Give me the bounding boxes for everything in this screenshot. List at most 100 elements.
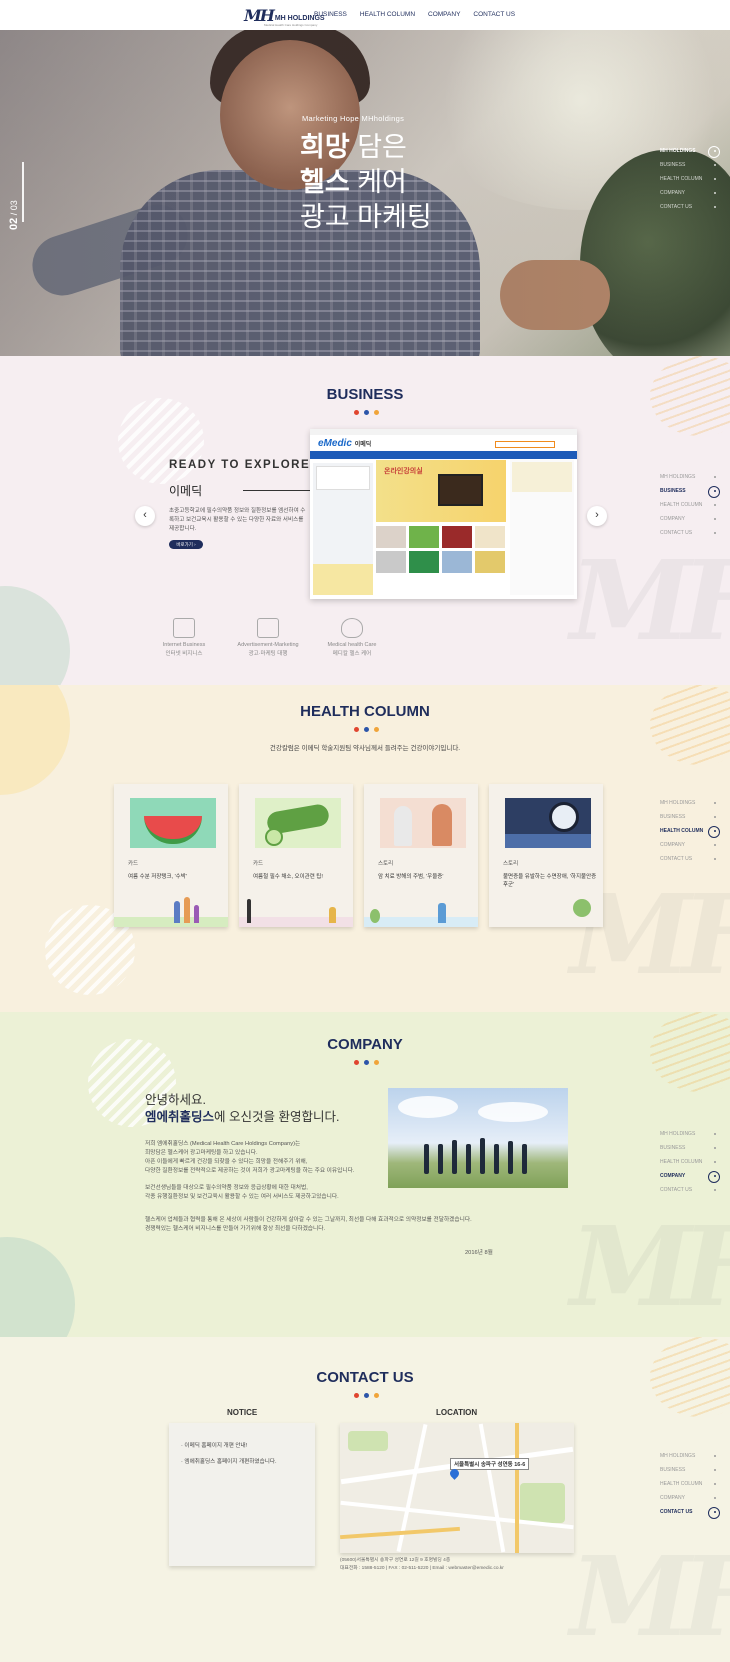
- address-line: (05600)서울특별시 송파구 성연로 12길 9 호명빌딩 4층: [340, 1558, 451, 1563]
- side-nav-company[interactable]: COMPANY: [660, 1491, 720, 1505]
- side-nav-mh-holdings[interactable]: MH HOLDINGS: [660, 796, 720, 810]
- cucumber-image: [255, 798, 341, 848]
- health-card[interactable]: 카드 여름 수분 저장탱크, '수박': [114, 784, 228, 927]
- side-nav-company[interactable]: COMPANY: [660, 1169, 720, 1183]
- notice-heading: NOTICE: [227, 1408, 258, 1417]
- health-column-intro: 건강칼럼은 이메딕 학술지원팀 약사님께서 들려주는 건강이야기입니다.: [269, 745, 461, 752]
- counseling-image: [380, 798, 466, 848]
- card-tag: 스토리: [503, 861, 519, 867]
- shot-banner-tv: [438, 474, 483, 506]
- category-en: Internet Business: [162, 642, 206, 648]
- category-ko: 인터넷 비지니스: [165, 651, 203, 657]
- emedic-site-screenshot[interactable]: eMedic 이메딕 온라인강의실: [310, 429, 577, 599]
- side-nav-contact-us[interactable]: CONTACT US: [660, 200, 720, 214]
- shot-thumb: [442, 526, 472, 548]
- business-go-button[interactable]: 바로가기 ›: [169, 540, 203, 549]
- side-nav-business: MH HOLDINGS BUSINESS HEALTH COLUMN COMPA…: [660, 470, 720, 540]
- notice-item[interactable]: · 이메딕 홈페이지 개편 안내!: [181, 1441, 303, 1449]
- side-nav-contact-us[interactable]: CONTACT US: [660, 1183, 720, 1197]
- side-nav-health-column[interactable]: HEALTH COLUMN: [660, 172, 720, 186]
- card-illustration: [489, 893, 603, 927]
- hero-line2-rest: 케어: [349, 167, 407, 197]
- deco-circle: [0, 1237, 75, 1337]
- company-section: MH COMPANY 안녕하세요. 엠에취홀딩스에 오신것을 환영합니다. 저희…: [0, 1012, 730, 1337]
- shot-ad-box: [512, 462, 572, 492]
- watermelon-slice: [144, 816, 202, 844]
- notice-item[interactable]: · 엠에취홀딩스 홈페이지 개편하였습니다.: [181, 1457, 303, 1465]
- watermark-mh: MH: [570, 1202, 730, 1331]
- hero-line1-bold: 희망: [300, 132, 350, 162]
- side-nav-health: MH HOLDINGS BUSINESS HEALTH COLUMN COMPA…: [660, 796, 720, 866]
- nav-health-column[interactable]: HEALTH COLUMN: [360, 11, 415, 18]
- card-tag: 스토리: [378, 861, 394, 867]
- card-illustration: [364, 893, 478, 927]
- side-nav-business[interactable]: BUSINESS: [660, 1463, 720, 1477]
- side-nav-company: MH HOLDINGS BUSINESS HEALTH COLUMN COMPA…: [660, 1127, 720, 1197]
- side-nav-contact-us[interactable]: CONTACT US: [660, 1505, 720, 1519]
- nav-company[interactable]: COMPANY: [428, 11, 460, 18]
- company-title: COMPANY: [327, 1036, 403, 1053]
- figure: [174, 901, 180, 923]
- side-nav-mh-holdings[interactable]: MH HOLDINGS: [660, 144, 720, 158]
- person: [494, 1144, 499, 1174]
- side-nav-mh-holdings[interactable]: MH HOLDINGS: [660, 1127, 720, 1141]
- company-address: (05600)서울특별시 송파구 성연로 12길 9 호명빌딩 4층 대표전화 …: [340, 1557, 504, 1572]
- side-nav-health-column[interactable]: HEALTH COLUMN: [660, 498, 720, 512]
- emedic-logo-text: eMedic: [318, 438, 352, 449]
- side-nav-business[interactable]: BUSINESS: [660, 158, 720, 172]
- category-advertisement[interactable]: Advertisement-Marketing 광고·마케팅 대행: [234, 618, 302, 657]
- hero-line2-bold: 헬스: [300, 167, 350, 197]
- card-title: 불면증을 유발하는 수면장애, '하지불안증후군': [503, 874, 597, 888]
- shot-thumb: [475, 551, 505, 573]
- side-nav-business[interactable]: BUSINESS: [660, 810, 720, 824]
- side-nav-health-column[interactable]: HEALTH COLUMN: [660, 1477, 720, 1491]
- category-internet-business[interactable]: Internet Business 인터넷 비지니스: [150, 618, 218, 657]
- slider-prev-button[interactable]: ‹: [135, 506, 155, 526]
- nav-business[interactable]: BUSINESS: [314, 11, 347, 18]
- side-nav-company[interactable]: COMPANY: [660, 186, 720, 200]
- side-nav-company[interactable]: COMPANY: [660, 838, 720, 852]
- slider-next-button[interactable]: ›: [587, 506, 607, 526]
- shot-thumb: [376, 526, 406, 548]
- title-dots: [354, 410, 379, 415]
- slide-counter: 02 / 03: [8, 200, 20, 230]
- mh-holdings-logo[interactable]: MH MH HOLDINGS Medical Health Care Holdi…: [244, 6, 325, 27]
- nav-contact-us[interactable]: CONTACT US: [473, 11, 515, 18]
- map-highway: [515, 1423, 519, 1553]
- person: [508, 1141, 513, 1174]
- doctor-figure: [394, 806, 412, 846]
- contact-title: CONTACT US: [316, 1369, 414, 1386]
- map-road: [478, 1423, 506, 1553]
- health-card[interactable]: 스토리 불면증을 유발하는 수면장애, '하지불안증후군': [489, 784, 603, 927]
- business-description: 초중고등학교에 필수의약품 정보와 질환정보를 엠선하여 수록하고 보건교육시 …: [169, 508, 306, 532]
- card-title: 암 치료 방해의 주범, '우울증': [378, 874, 444, 880]
- side-nav-health-column[interactable]: HEALTH COLUMN: [660, 1155, 720, 1169]
- side-nav-health-column[interactable]: HEALTH COLUMN: [660, 824, 720, 838]
- heart-pulse-icon: [341, 618, 363, 638]
- location-map[interactable]: 서울특별시 송파구 성연동 16-6: [340, 1423, 574, 1553]
- side-nav-contact-us[interactable]: CONTACT US: [660, 526, 720, 540]
- logo-subtext: Medical Health Care Holdings Company: [264, 23, 318, 27]
- shot-thumb: [442, 551, 472, 573]
- side-nav-company[interactable]: COMPANY: [660, 512, 720, 526]
- team-photo: [388, 1088, 568, 1188]
- side-nav-business[interactable]: BUSINESS: [660, 1141, 720, 1155]
- deco-circle: [0, 685, 70, 795]
- side-nav-mh-holdings[interactable]: MH HOLDINGS: [660, 1449, 720, 1463]
- card-tag: 카드: [128, 861, 139, 867]
- shot-thumbnails: [376, 526, 505, 573]
- health-card[interactable]: 스토리 암 치료 방해의 주범, '우울증': [364, 784, 478, 927]
- title-dots: [354, 1060, 379, 1065]
- side-nav-business[interactable]: BUSINESS: [660, 484, 720, 498]
- contact-info-line: 대표전화 : 1588-5120 | FAX : 02-511-5220 | E…: [340, 1565, 504, 1571]
- deco-stripe-circle: [118, 398, 204, 484]
- greeting-line1: 안녕하세요.: [145, 1093, 206, 1107]
- category-ko: 메디칼 헬스 케어: [332, 651, 372, 657]
- category-medical-health-care[interactable]: Medical health Care 메디칼 헬스 케어: [318, 618, 386, 657]
- side-nav-contact-us[interactable]: CONTACT US: [660, 852, 720, 866]
- title-dots: [354, 727, 379, 732]
- slide-progress-line: [22, 162, 24, 222]
- side-nav-mh-holdings[interactable]: MH HOLDINGS: [660, 470, 720, 484]
- tree: [370, 909, 380, 923]
- health-card[interactable]: 카드 여름철 필수 채소, 오이관련 팁!: [239, 784, 353, 927]
